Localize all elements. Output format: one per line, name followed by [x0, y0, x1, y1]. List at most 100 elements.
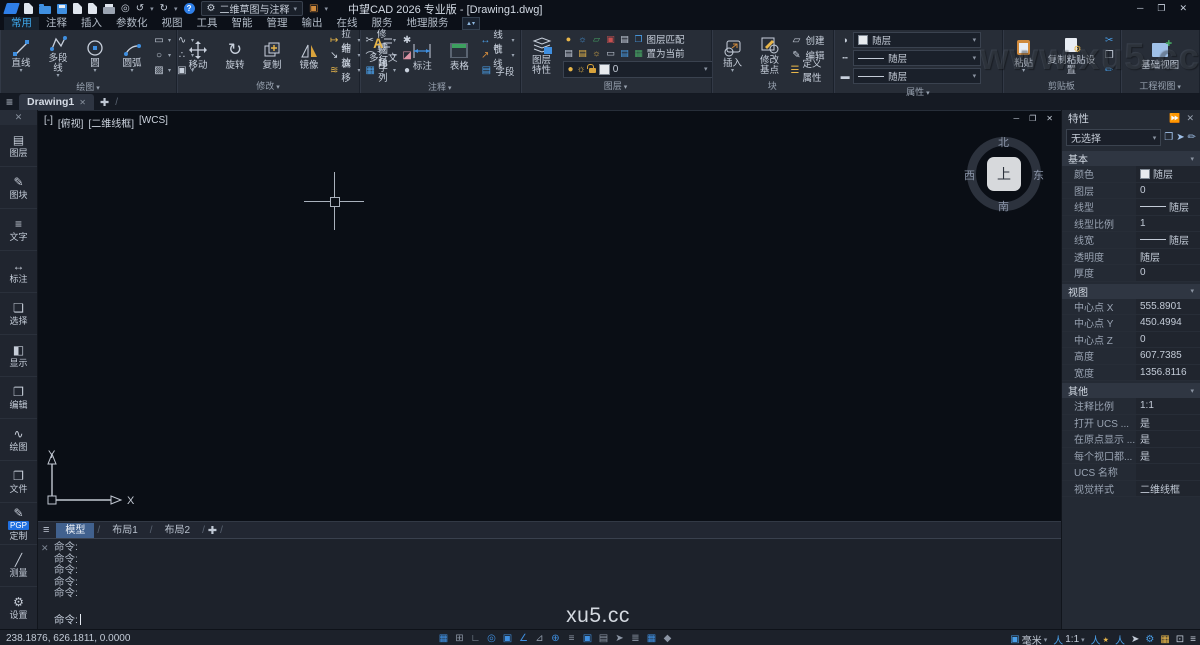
doc-tab-menu-icon[interactable] [6, 95, 13, 109]
sidebar-item-draw[interactable]: 绘图 [0, 418, 37, 460]
layer-unlock-icon[interactable] [591, 34, 603, 45]
ribbon-tab-manage[interactable]: 管理 [260, 17, 295, 30]
save-icon[interactable] [57, 4, 67, 14]
sidebar-item-display[interactable]: 显示 [0, 334, 37, 376]
clean-screen-button[interactable] [1176, 634, 1184, 645]
copy-button[interactable]: 复制 [256, 39, 288, 71]
open-file-icon[interactable] [39, 6, 51, 14]
ellipse-button[interactable] [153, 49, 171, 62]
layer-isolate-icon[interactable] [619, 34, 631, 45]
compass-top-button[interactable]: 上 [987, 157, 1021, 191]
redo-dropdown-arrow[interactable]: ▾ [174, 5, 178, 13]
layer-freeze-icon[interactable] [605, 34, 617, 45]
annotation-visibility-button[interactable]: ★ [1091, 632, 1109, 645]
sidebar-item-settings[interactable]: 设置 [0, 586, 37, 628]
transparency-toggle-icon[interactable] [581, 632, 594, 645]
sidebar-item-text[interactable]: 文字 [0, 208, 37, 250]
sidebar-item-edit[interactable]: 编辑 [0, 376, 37, 418]
linetype-select[interactable]: 随层 ▾ [853, 50, 981, 66]
command-input[interactable]: 命令: [54, 612, 81, 627]
workspace-status-icon[interactable] [661, 632, 674, 645]
sidebar-item-dimension[interactable]: 标注 [0, 250, 37, 292]
layer-vpfreeze-icon[interactable] [591, 48, 603, 59]
viewport-menu-control[interactable]: [-] [44, 115, 53, 130]
layer-states-icon[interactable] [633, 48, 645, 59]
circle-button[interactable]: 圆 [79, 37, 111, 74]
group-label-modify[interactable]: 修改 [177, 80, 359, 93]
sidebar-item-pgp-customize[interactable]: PGP定制 [0, 502, 37, 544]
layer-match-button[interactable]: 图层匹配 [647, 33, 685, 46]
grid-toggle-icon[interactable] [437, 632, 450, 645]
layer-on-icon[interactable] [563, 34, 575, 45]
compass-west[interactable]: 西 [964, 167, 975, 183]
mtext-button[interactable]: A 多行文字 [365, 32, 401, 79]
line-button[interactable]: 直线 [5, 37, 37, 74]
layout-tab-layout1[interactable]: 布局1 [103, 523, 147, 538]
cut-button[interactable] [1103, 34, 1115, 47]
view-compass[interactable]: 北 南 西 东 上 [967, 137, 1041, 211]
isolate-objects-button[interactable] [1160, 634, 1169, 645]
sidebar-item-blocks[interactable]: 图块 [0, 166, 37, 208]
leader-button[interactable]: 引线 [480, 49, 514, 62]
insert-block-button[interactable]: 插入 [717, 37, 749, 74]
undo-button[interactable] [136, 3, 144, 14]
package-dropdown-arrow[interactable]: ▾ [324, 5, 328, 13]
save-as-icon[interactable] [73, 3, 82, 14]
rotate-button[interactable]: 旋转 [219, 39, 251, 71]
viewport-ucs-control[interactable]: [WCS] [139, 115, 168, 130]
selection-cycling-icon[interactable] [549, 632, 562, 645]
offset-button[interactable]: 偏移 [330, 64, 361, 77]
section-view[interactable]: 视图▾ [1062, 284, 1200, 299]
group-label-annotate[interactable]: 注释 [360, 81, 520, 94]
layout-menu-icon[interactable] [43, 524, 49, 536]
help-icon[interactable]: ? [184, 3, 195, 14]
table-button[interactable]: 表格 [443, 40, 475, 72]
group-label-block[interactable]: 块 [712, 80, 834, 93]
auto-annotate-button[interactable] [1115, 632, 1125, 645]
layer-merge-icon[interactable] [605, 48, 617, 59]
mirror-button[interactable]: 镜像 [293, 39, 325, 71]
group-label-layer[interactable]: 图层 [521, 80, 711, 93]
copy-design-icon[interactable] [88, 3, 97, 14]
ribbon-tab-annotate[interactable]: 注释 [39, 17, 74, 30]
document-tab-close-icon[interactable] [79, 98, 86, 107]
new-document-tab-button[interactable]: ✚ [100, 96, 109, 109]
package-icon[interactable] [309, 3, 318, 14]
maximize-button[interactable] [1157, 3, 1165, 14]
viewport-visual-style-control[interactable]: [二维线框] [88, 115, 134, 130]
polar-tracking-icon[interactable] [485, 632, 498, 645]
undo-dropdown-arrow[interactable]: ▾ [150, 5, 154, 13]
copy-clip-button[interactable] [1103, 49, 1115, 62]
ribbon-tab-parametric[interactable]: 参数化 [109, 17, 155, 30]
sidebar-item-layers[interactable]: 图层 [0, 125, 37, 166]
command-panel-close-button[interactable] [41, 543, 49, 554]
base-view-button[interactable]: 基础视图 [1139, 39, 1181, 71]
sidebar-item-select[interactable]: 选择 [0, 292, 37, 334]
create-block-button[interactable]: 创建 [791, 34, 829, 47]
layer-thaw-icon[interactable] [577, 34, 589, 45]
layer-select[interactable]: 0 ▾ [563, 61, 713, 78]
redo-button[interactable] [160, 3, 168, 14]
panel-autohide-icon[interactable]: ⏩ [1169, 113, 1180, 124]
copy-paste-settings-button[interactable]: 复制粘贴设置 [1045, 34, 1099, 76]
ribbon-tab-home[interactable]: 常用 [4, 17, 39, 30]
workspace-selector[interactable]: 二维草图与注释 ▾ [201, 1, 303, 16]
drawing-restore-button[interactable] [1029, 114, 1036, 123]
ribbon-tab-geo[interactable]: 地理服务 [400, 17, 456, 30]
layout-tab-model[interactable]: 模型 [56, 523, 94, 538]
object-snap-icon[interactable] [501, 632, 514, 645]
group-label-engview[interactable]: 工程视图 [1121, 80, 1199, 93]
panel-close-icon[interactable] [1186, 113, 1194, 124]
select-objects-icon[interactable] [1176, 132, 1184, 143]
dimension-button[interactable]: 标注 [406, 40, 438, 72]
ribbon-tab-view[interactable]: 视图 [155, 17, 190, 30]
drawing-canvas[interactable]: [-] [俯视] [二维线框] [WCS] 北 南 西 [38, 110, 1061, 521]
customization-gear-button[interactable] [1145, 634, 1154, 645]
lineweight-display-icon[interactable] [565, 632, 578, 645]
new-layout-button[interactable]: ✚ [208, 524, 217, 537]
object-snap-tracking-icon[interactable] [517, 632, 530, 645]
arc-button[interactable]: 圆弧 [116, 37, 148, 74]
drawing-minimize-button[interactable] [1013, 114, 1019, 123]
sidebar-item-measure[interactable]: 测量 [0, 544, 37, 586]
hatch-button[interactable] [153, 64, 171, 77]
